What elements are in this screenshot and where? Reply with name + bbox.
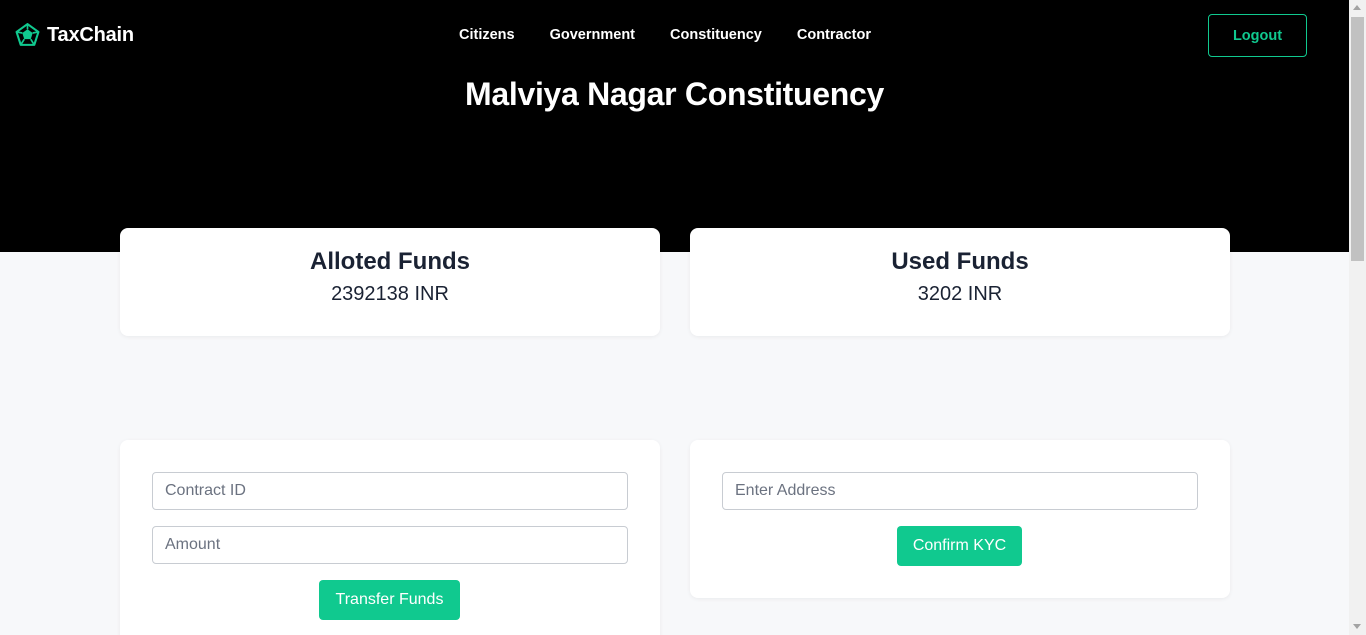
brand-logo[interactable]: TaxChain bbox=[15, 21, 134, 49]
scroll-down-arrow-icon[interactable] bbox=[1353, 624, 1361, 629]
nav-link-contractor[interactable]: Contractor bbox=[797, 27, 871, 43]
page-title: Malviya Nagar Constituency bbox=[465, 76, 884, 112]
alloted-funds-card: Alloted Funds 2392138 INR bbox=[120, 228, 660, 336]
alloted-funds-value: 2392138 INR bbox=[331, 283, 449, 305]
brand-name: TaxChain bbox=[47, 23, 134, 46]
contract-id-input[interactable] bbox=[152, 472, 628, 510]
nav-link-constituency[interactable]: Constituency bbox=[670, 27, 762, 43]
nav-link-citizens[interactable]: Citizens bbox=[459, 27, 515, 43]
nav-links: Citizens Government Constituency Contrac… bbox=[459, 27, 871, 43]
alloted-funds-label: Alloted Funds bbox=[310, 248, 470, 275]
used-funds-value: 3202 INR bbox=[917, 283, 1003, 305]
dodecahedron-icon bbox=[15, 22, 40, 46]
vertical-scrollbar[interactable] bbox=[1349, 0, 1366, 635]
scroll-up-arrow-icon[interactable] bbox=[1353, 5, 1361, 10]
confirm-kyc-button[interactable]: Confirm KYC bbox=[897, 526, 1022, 566]
kyc-card: Confirm KYC bbox=[690, 440, 1230, 598]
used-funds-label: Used Funds bbox=[891, 248, 1029, 275]
nav-link-government[interactable]: Government bbox=[550, 27, 635, 43]
address-input[interactable] bbox=[722, 472, 1198, 510]
transfer-funds-card: Transfer Funds bbox=[120, 440, 660, 635]
amount-input[interactable] bbox=[152, 526, 628, 564]
transfer-funds-button[interactable]: Transfer Funds bbox=[319, 580, 460, 620]
used-funds-card: Used Funds 3202 INR bbox=[690, 228, 1230, 336]
logout-button[interactable]: Logout bbox=[1208, 14, 1307, 57]
scroll-thumb[interactable] bbox=[1351, 17, 1364, 261]
top-navbar: TaxChain Citizens Government Constituenc… bbox=[0, 0, 1349, 72]
